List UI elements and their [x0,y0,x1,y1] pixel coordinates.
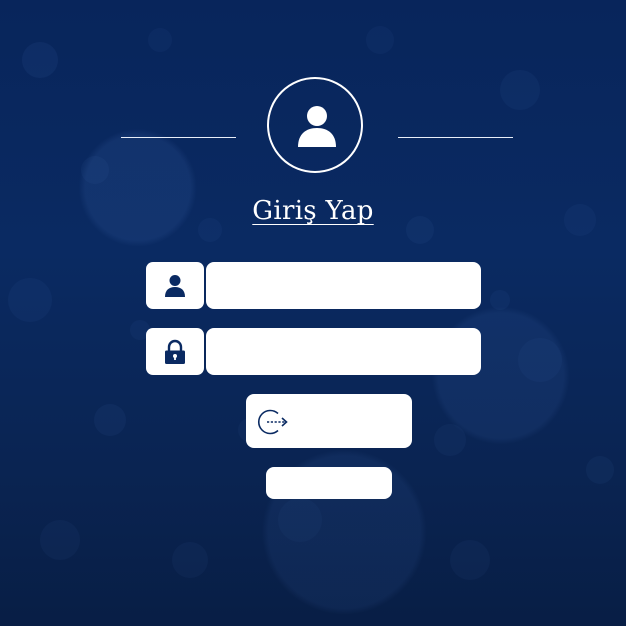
user-icon [165,275,185,297]
username-field[interactable] [206,262,481,309]
username-icon-box [146,262,204,309]
page-title: Giriş Yap [252,196,374,226]
login-icon [258,409,288,435]
password-field[interactable] [206,328,481,375]
login-button[interactable] [246,394,412,448]
password-icon-box [146,328,204,375]
avatar [267,77,363,173]
secondary-button[interactable] [266,467,392,499]
divider-left [121,137,236,138]
user-avatar-icon [298,106,336,147]
divider-right [398,137,513,138]
lock-icon [165,339,185,364]
